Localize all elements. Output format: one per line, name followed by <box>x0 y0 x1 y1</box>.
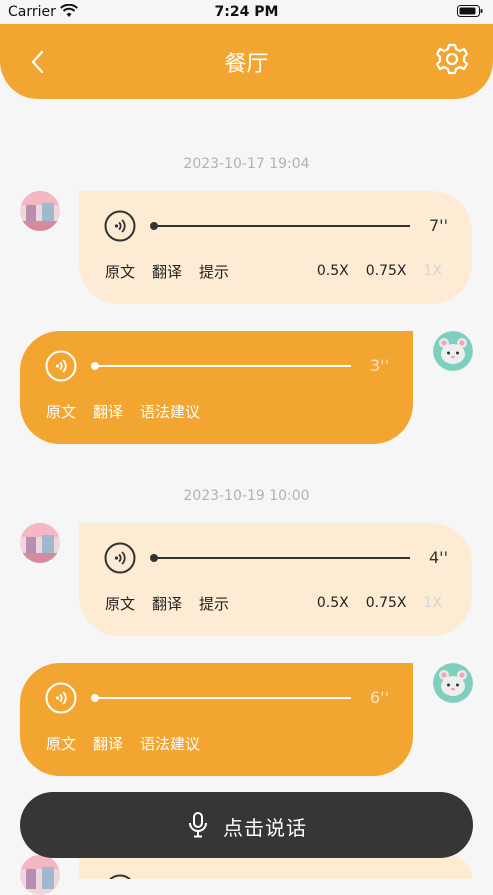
playback-progress-bar[interactable] <box>150 554 410 562</box>
header-bar: 餐厅 <box>0 24 493 99</box>
translate-button[interactable]: 翻译 <box>93 735 123 753</box>
original-text-button[interactable]: 原文 <box>46 735 76 753</box>
voice-duration: 6'' <box>370 688 389 707</box>
received-voice-message: 7'' 原文 翻译 提示 0.5X 0.75X 1X <box>79 191 472 304</box>
battery-icon <box>457 5 483 17</box>
voice-play-icon[interactable] <box>104 210 136 242</box>
timestamp: 2023-10-17 19:04 <box>183 156 310 172</box>
grammar-suggestion-button[interactable]: 语法建议 <box>140 403 200 421</box>
timestamp: 2023-10-19 10:00 <box>183 488 310 504</box>
speed-0.5x-button[interactable]: 0.5X <box>317 595 349 611</box>
message-actions: 原文 翻译 语法建议 <box>46 733 217 754</box>
voice-play-icon[interactable] <box>104 874 136 879</box>
progress-knob[interactable] <box>150 554 158 562</box>
user-avatar[interactable] <box>433 663 473 703</box>
original-text-button[interactable]: 原文 <box>46 403 76 421</box>
progress-knob[interactable] <box>91 362 99 370</box>
voice-duration: 7'' <box>429 216 448 235</box>
original-text-button[interactable]: 原文 <box>105 263 135 281</box>
playback-progress-bar[interactable] <box>91 694 351 702</box>
speed-1x-button[interactable]: 1X <box>424 263 443 279</box>
bot-avatar[interactable] <box>20 191 60 231</box>
playback-progress-bar[interactable] <box>150 222 410 230</box>
speed-0.5x-button[interactable]: 0.5X <box>317 263 349 279</box>
message-actions: 原文 翻译 提示 <box>105 261 246 282</box>
page-title: 餐厅 <box>224 52 269 77</box>
voice-play-icon[interactable] <box>45 682 77 714</box>
original-text-button[interactable]: 原文 <box>105 595 135 613</box>
microphone-icon <box>189 812 207 838</box>
clock: 7:24 PM <box>214 4 279 20</box>
speed-0.75x-button[interactable]: 0.75X <box>366 595 407 611</box>
voice-play-icon[interactable] <box>45 350 77 382</box>
voice-play-icon[interactable] <box>104 542 136 574</box>
user-avatar[interactable] <box>433 331 473 371</box>
translate-button[interactable]: 翻译 <box>152 595 182 613</box>
playback-speed-options: 0.5X 0.75X 1X <box>300 263 442 279</box>
progress-knob[interactable] <box>91 694 99 702</box>
hint-button[interactable]: 提示 <box>199 263 229 281</box>
grammar-suggestion-button[interactable]: 语法建议 <box>140 735 200 753</box>
talk-button-label: 点击说话 <box>223 816 307 840</box>
translate-button[interactable]: 翻译 <box>93 403 123 421</box>
talk-button[interactable]: 点击说话 <box>20 792 473 858</box>
received-voice-message <box>79 855 472 879</box>
bot-avatar[interactable] <box>20 523 60 563</box>
playback-speed-options: 0.5X 0.75X 1X <box>300 595 442 611</box>
sent-voice-message: 6'' 原文 翻译 语法建议 <box>20 663 413 776</box>
gear-icon[interactable] <box>435 42 469 76</box>
translate-button[interactable]: 翻译 <box>152 263 182 281</box>
speed-0.75x-button[interactable]: 0.75X <box>366 263 407 279</box>
playback-progress-bar[interactable] <box>91 362 351 370</box>
status-bar: Carrier 7:24 PM <box>0 0 493 24</box>
sent-voice-message: 3'' 原文 翻译 语法建议 <box>20 331 413 444</box>
speed-1x-button[interactable]: 1X <box>424 595 443 611</box>
received-voice-message: 4'' 原文 翻译 提示 0.5X 0.75X 1X <box>79 523 472 636</box>
message-actions: 原文 翻译 语法建议 <box>46 401 217 422</box>
voice-duration: 3'' <box>370 356 389 375</box>
message-actions: 原文 翻译 提示 <box>105 593 246 614</box>
voice-duration: 4'' <box>429 548 448 567</box>
bot-avatar[interactable] <box>20 855 60 895</box>
progress-knob[interactable] <box>150 222 158 230</box>
hint-button[interactable]: 提示 <box>199 595 229 613</box>
